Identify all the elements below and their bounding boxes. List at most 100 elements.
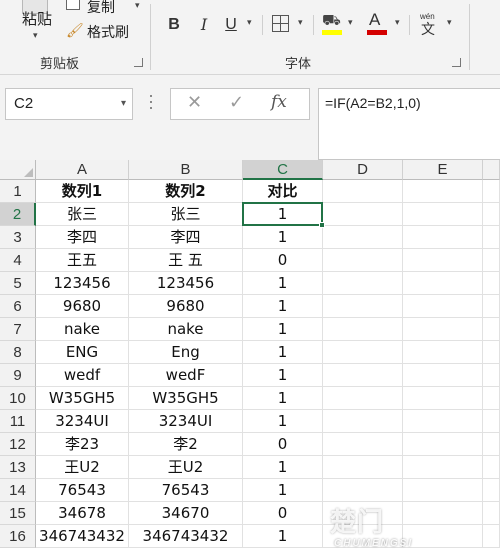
cell-e13[interactable] xyxy=(403,456,483,479)
cell-b2[interactable]: 张三 xyxy=(129,203,243,226)
cell-d14[interactable] xyxy=(323,479,403,502)
format-painter-button[interactable]: 格式刷 xyxy=(87,22,129,42)
cell-d5[interactable] xyxy=(323,272,403,295)
row-header-6[interactable]: 6 xyxy=(0,295,36,318)
formula-bar-grip-icon[interactable] xyxy=(149,95,153,113)
insert-function-button[interactable]: fx xyxy=(271,92,287,112)
cell-a14[interactable]: 76543 xyxy=(36,479,129,502)
cell-e9[interactable] xyxy=(403,364,483,387)
cell-b11[interactable]: 3234UI xyxy=(129,410,243,433)
cell-c5[interactable]: 1 xyxy=(243,272,323,295)
row-header-3[interactable]: 3 xyxy=(0,226,36,249)
phonetic-dropdown-chevron-icon[interactable]: ▾ xyxy=(447,17,452,28)
cell-e3[interactable] xyxy=(403,226,483,249)
cell-f13[interactable] xyxy=(483,456,500,479)
cell-c3[interactable]: 1 xyxy=(243,226,323,249)
cell-e5[interactable] xyxy=(403,272,483,295)
cell-f7[interactable] xyxy=(483,318,500,341)
cell-e7[interactable] xyxy=(403,318,483,341)
row-header-4[interactable]: 4 xyxy=(0,249,36,272)
cell-e4[interactable] xyxy=(403,249,483,272)
cell-b1[interactable]: 数列2 xyxy=(129,180,243,203)
cell-a10[interactable]: W35GH5 xyxy=(36,387,129,410)
cell-d12[interactable] xyxy=(323,433,403,456)
column-header-a[interactable]: A xyxy=(36,160,129,180)
phonetic-guide-button[interactable]: 文 xyxy=(421,19,435,39)
cell-e12[interactable] xyxy=(403,433,483,456)
cell-f10[interactable] xyxy=(483,387,500,410)
name-box[interactable]: C2 ▾ xyxy=(5,88,133,120)
cell-f6[interactable] xyxy=(483,295,500,318)
copy-icon[interactable] xyxy=(66,0,80,10)
cell-d4[interactable] xyxy=(323,249,403,272)
cell-d9[interactable] xyxy=(323,364,403,387)
cell-b6[interactable]: 9680 xyxy=(129,295,243,318)
cell-d13[interactable] xyxy=(323,456,403,479)
cell-c9[interactable]: 1 xyxy=(243,364,323,387)
cell-a13[interactable]: 王U2 xyxy=(36,456,129,479)
cell-c8[interactable]: 1 xyxy=(243,341,323,364)
cell-a15[interactable]: 34678 xyxy=(36,502,129,525)
cell-c7[interactable]: 1 xyxy=(243,318,323,341)
cell-f2[interactable] xyxy=(483,203,500,226)
cell-a11[interactable]: 3234UI xyxy=(36,410,129,433)
cell-a6[interactable]: 9680 xyxy=(36,295,129,318)
cell-c2[interactable]: 1 xyxy=(243,203,323,226)
underline-button[interactable]: U xyxy=(222,14,240,36)
row-header-1[interactable]: 1 xyxy=(0,180,36,203)
cell-c4[interactable]: 0 xyxy=(243,249,323,272)
cell-e14[interactable] xyxy=(403,479,483,502)
cell-d6[interactable] xyxy=(323,295,403,318)
font-color-dropdown-chevron-icon[interactable]: ▾ xyxy=(395,17,400,28)
italic-button[interactable]: I xyxy=(195,14,213,36)
cell-c11[interactable]: 1 xyxy=(243,410,323,433)
borders-icon[interactable] xyxy=(272,15,289,32)
row-header-11[interactable]: 11 xyxy=(0,410,36,433)
cell-f4[interactable] xyxy=(483,249,500,272)
format-painter-icon[interactable]: 🖌 xyxy=(66,22,84,39)
row-header-2[interactable]: 2 xyxy=(0,203,36,226)
cell-b5[interactable]: 123456 xyxy=(129,272,243,295)
column-header-c[interactable]: C xyxy=(243,160,323,180)
cell-b15[interactable]: 34670 xyxy=(129,502,243,525)
cell-a3[interactable]: 李四 xyxy=(36,226,129,249)
cell-b9[interactable]: wedF xyxy=(129,364,243,387)
row-header-9[interactable]: 9 xyxy=(0,364,36,387)
cell-c14[interactable]: 1 xyxy=(243,479,323,502)
cell-a5[interactable]: 123456 xyxy=(36,272,129,295)
name-box-value[interactable]: C2 xyxy=(14,95,33,112)
cell-b16[interactable]: 346743432 xyxy=(129,525,243,548)
cell-e11[interactable] xyxy=(403,410,483,433)
cell-f11[interactable] xyxy=(483,410,500,433)
cell-e1[interactable] xyxy=(403,180,483,203)
copy-dropdown-chevron-icon[interactable]: ▾ xyxy=(135,0,140,11)
cell-b8[interactable]: Eng xyxy=(129,341,243,364)
cell-d10[interactable] xyxy=(323,387,403,410)
name-box-chevron-down-icon[interactable]: ▾ xyxy=(121,89,126,119)
cell-c15[interactable]: 0 xyxy=(243,502,323,525)
fill-handle[interactable] xyxy=(319,222,325,228)
cell-c12[interactable]: 0 xyxy=(243,433,323,456)
cancel-icon[interactable]: ✕ xyxy=(187,92,202,113)
cell-a7[interactable]: nake xyxy=(36,318,129,341)
underline-dropdown-chevron-icon[interactable]: ▾ xyxy=(247,17,252,28)
cell-b14[interactable]: 76543 xyxy=(129,479,243,502)
row-header-13[interactable]: 13 xyxy=(0,456,36,479)
cell-b4[interactable]: 王 五 xyxy=(129,249,243,272)
column-header-b[interactable]: B xyxy=(129,160,243,180)
row-header-14[interactable]: 14 xyxy=(0,479,36,502)
cell-d3[interactable] xyxy=(323,226,403,249)
cell-e6[interactable] xyxy=(403,295,483,318)
cell-b12[interactable]: 李2 xyxy=(129,433,243,456)
column-header-d[interactable]: D xyxy=(323,160,403,180)
cell-f8[interactable] xyxy=(483,341,500,364)
cell-f5[interactable] xyxy=(483,272,500,295)
formula-input[interactable]: =IF(A2=B2,1,0) xyxy=(318,88,500,160)
cell-f14[interactable] xyxy=(483,479,500,502)
cell-c10[interactable]: 1 xyxy=(243,387,323,410)
cell-a1[interactable]: 数列1 xyxy=(36,180,129,203)
row-header-16[interactable]: 16 xyxy=(0,525,36,548)
row-header-8[interactable]: 8 xyxy=(0,341,36,364)
row-header-15[interactable]: 15 xyxy=(0,502,36,525)
cell-c13[interactable]: 1 xyxy=(243,456,323,479)
